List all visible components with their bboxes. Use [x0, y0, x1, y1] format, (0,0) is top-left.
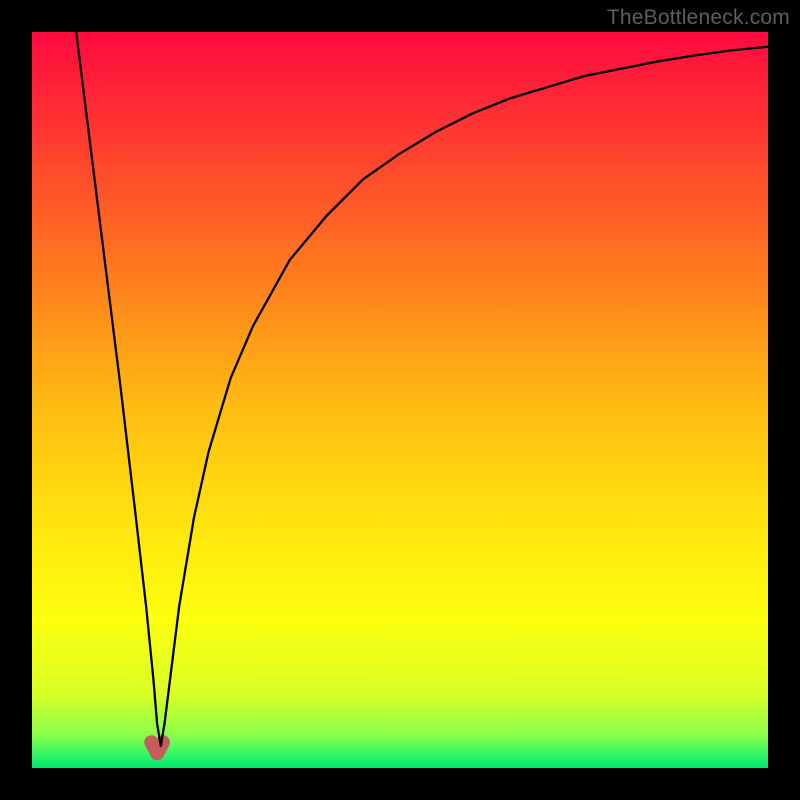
plot-area	[32, 32, 768, 768]
plot-background	[32, 32, 768, 768]
chart-frame: TheBottleneck.com	[0, 0, 800, 800]
plot-svg	[32, 32, 768, 768]
watermark-label: TheBottleneck.com	[607, 6, 790, 30]
